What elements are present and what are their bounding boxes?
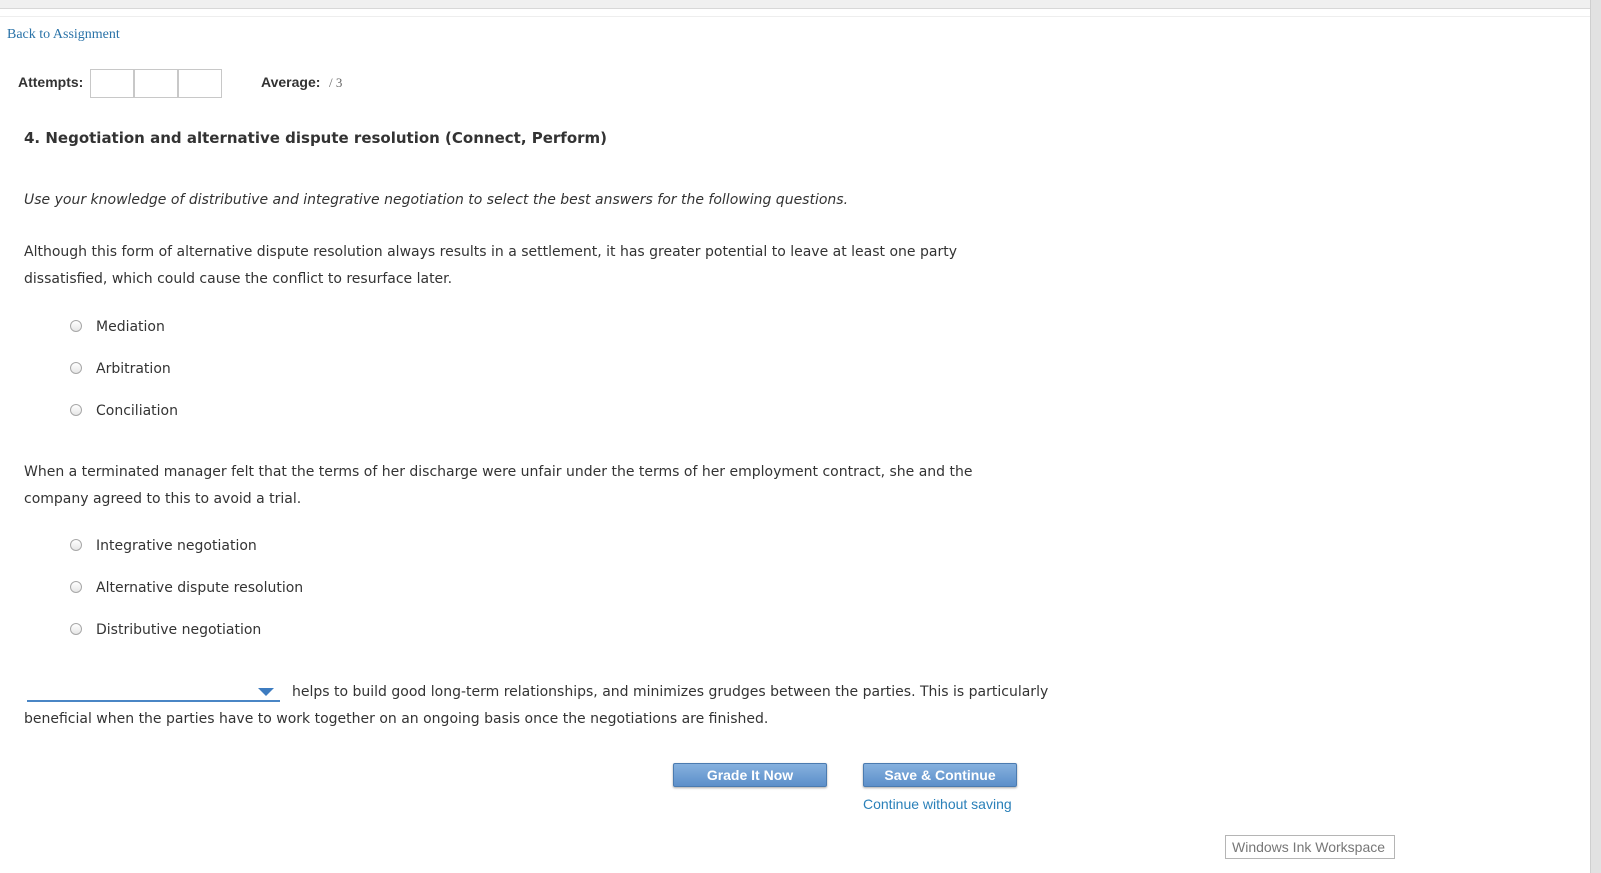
question-part1-text: Although this form of alternative disput… xyxy=(24,244,957,287)
question-instructions: Use your knowledge of distributive and i… xyxy=(24,192,849,208)
question-part2-text: When a terminated manager felt that the … xyxy=(24,464,973,507)
attempt-box-2 xyxy=(134,69,178,98)
grade-it-now-button[interactable]: Grade It Now xyxy=(673,763,827,787)
divider xyxy=(0,16,1590,17)
attempt-box-1 xyxy=(90,69,134,98)
option-label: Distributive negotiation xyxy=(96,622,262,638)
attempts-label: Attempts: xyxy=(18,74,84,90)
answer-dropdown[interactable] xyxy=(27,684,280,702)
option-label: Alternative dispute resolution xyxy=(96,580,304,596)
question-part3-text-line1: helps to build good long-term relationsh… xyxy=(292,684,1049,700)
windows-ink-workspace-tooltip: Windows Ink Workspace xyxy=(1225,835,1395,859)
option-label: Conciliation xyxy=(96,403,178,419)
option-label: Integrative negotiation xyxy=(96,538,257,554)
radio-button[interactable] xyxy=(70,320,82,332)
save-and-continue-button[interactable]: Save & Continue xyxy=(863,763,1017,787)
radio-button[interactable] xyxy=(70,404,82,416)
radio-button[interactable] xyxy=(70,362,82,374)
radio-button[interactable] xyxy=(70,623,82,635)
option-label: Mediation xyxy=(96,319,165,335)
radio-button[interactable] xyxy=(70,539,82,551)
average-value: / 3 xyxy=(329,75,343,90)
attempt-box-3 xyxy=(178,69,222,98)
question-part3-text-line2: beneficial when the parties have to work… xyxy=(24,711,769,727)
chevron-down-icon[interactable] xyxy=(258,688,274,696)
scrollbar[interactable] xyxy=(1590,0,1601,873)
browser-top-bar xyxy=(0,0,1601,9)
option-label: Arbitration xyxy=(96,361,171,377)
radio-button[interactable] xyxy=(70,581,82,593)
continue-without-saving-link[interactable]: Continue without saving xyxy=(863,796,1012,812)
average-label: Average: xyxy=(261,74,321,90)
back-to-assignment-link[interactable]: Back to Assignment xyxy=(7,27,120,43)
question-title: 4. Negotiation and alternative dispute r… xyxy=(24,129,608,147)
